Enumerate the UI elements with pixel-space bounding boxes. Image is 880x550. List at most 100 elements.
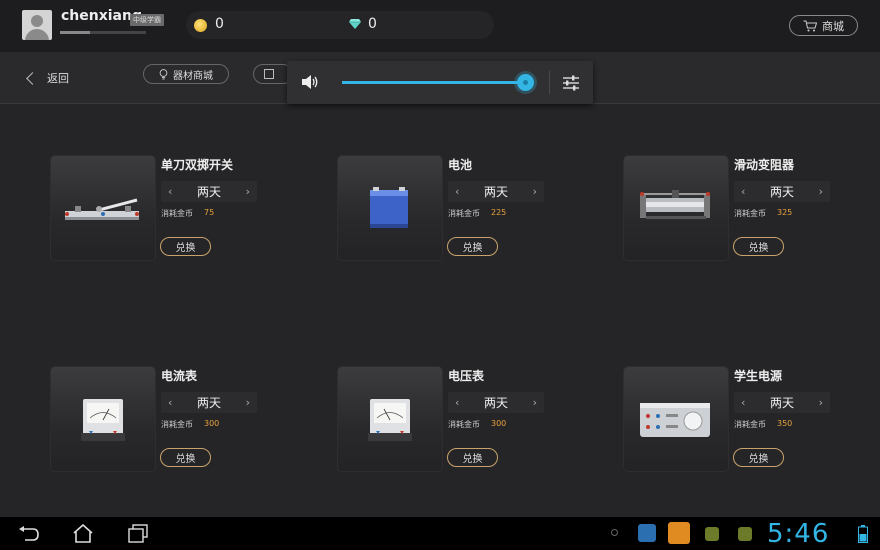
user-level-badge: 中级学霸 (130, 14, 164, 26)
duration-value: 两天 (483, 396, 508, 410)
notification-app-icon-3[interactable] (738, 527, 752, 541)
cost-value: 75 (204, 208, 215, 217)
image-icon (264, 69, 274, 79)
battery-icon (370, 187, 408, 228)
redeem-button[interactable]: 兑换 (160, 448, 211, 467)
item-card: 滑动变阻器 ‹ 两天 › 消耗金币 325 兑换 (624, 156, 880, 264)
duration-next-button[interactable]: › (533, 185, 537, 198)
power-supply-icon (640, 403, 710, 437)
item-name: 电压表 (448, 369, 485, 383)
divider (549, 71, 550, 94)
cost-label: 消耗金币 (448, 209, 480, 218)
cost-label: 消耗金币 (734, 420, 766, 429)
recent-apps-icon[interactable] (127, 524, 149, 543)
back-button[interactable]: 返回 (26, 68, 69, 88)
notification-app-icon-2[interactable] (705, 527, 719, 541)
tab-equipment-shop-label: 器材商城 (173, 70, 213, 82)
redeem-button[interactable]: 兑换 (733, 237, 784, 256)
duration-selector: ‹ 两天 › (448, 181, 544, 202)
shop-button[interactable]: 商城 (789, 15, 858, 36)
duration-value: 两天 (196, 396, 221, 410)
duration-value: 两天 (769, 396, 794, 410)
voltmeter-icon (368, 399, 412, 441)
item-image[interactable] (51, 367, 155, 471)
duration-prev-button[interactable]: ‹ (741, 396, 745, 409)
duration-selector: ‹ 两天 › (734, 181, 830, 202)
item-card: 电池 ‹ 两天 › 消耗金币 225 兑换 (338, 156, 598, 264)
cost-label: 消耗金币 (448, 420, 480, 429)
item-card: 电压表 ‹ 两天 › 消耗金币 300 兑换 (338, 367, 598, 475)
notification-tools-icon[interactable] (668, 522, 690, 544)
diamond-icon (349, 19, 361, 29)
redeem-button[interactable]: 兑换 (447, 237, 498, 256)
duration-next-button[interactable]: › (246, 185, 250, 198)
gem-count: 0 (368, 16, 377, 32)
speaker-icon[interactable] (301, 74, 319, 90)
cost-label: 消耗金币 (734, 209, 766, 218)
duration-selector: ‹ 两天 › (448, 392, 544, 413)
back-icon[interactable] (18, 526, 40, 542)
cost-value: 225 (491, 208, 507, 217)
shop-button-label: 商城 (822, 19, 844, 33)
item-image[interactable] (624, 156, 728, 260)
item-name: 电流表 (161, 369, 198, 383)
coin-count: 0 (215, 16, 224, 32)
avatar[interactable] (22, 10, 52, 40)
duration-prev-button[interactable]: ‹ (741, 185, 745, 198)
equalizer-settings-icon[interactable] (562, 74, 580, 91)
cost-value: 350 (777, 419, 793, 428)
duration-selector: ‹ 两天 › (161, 181, 257, 202)
clock[interactable]: 5:46 (767, 519, 829, 549)
item-image[interactable] (338, 367, 442, 471)
currency-panel (186, 11, 494, 39)
cost-value: 325 (777, 208, 793, 217)
volume-slider-thumb[interactable] (517, 74, 534, 91)
duration-selector: ‹ 两天 › (734, 392, 830, 413)
system-navigation-bar: 5:46 (0, 517, 880, 550)
item-card: 电流表 ‹ 两天 › 消耗金币 300 兑换 (51, 367, 311, 475)
lightbulb-icon (159, 68, 168, 79)
duration-selector: ‹ 两天 › (161, 392, 257, 413)
item-image[interactable] (51, 156, 155, 260)
home-icon[interactable] (72, 524, 94, 543)
xp-progress-bar (60, 31, 146, 34)
volume-popup (287, 61, 593, 104)
chevron-left-icon (26, 71, 39, 85)
rheostat-icon (640, 190, 710, 219)
redeem-button[interactable]: 兑换 (447, 448, 498, 467)
duration-prev-button[interactable]: ‹ (168, 396, 172, 409)
coin-icon (194, 19, 207, 32)
redeem-button[interactable]: 兑换 (733, 448, 784, 467)
battery-status-icon[interactable] (858, 525, 868, 543)
tab-equipment-shop[interactable]: 器材商城 (143, 64, 229, 84)
cost-label: 消耗金币 (161, 420, 193, 429)
item-name: 电池 (448, 158, 473, 172)
duration-next-button[interactable]: › (819, 185, 823, 198)
back-button-label: 返回 (47, 72, 69, 85)
item-image[interactable] (338, 156, 442, 260)
cost-label: 消耗金币 (161, 209, 193, 218)
knife-switch-icon (65, 198, 139, 220)
duration-prev-button[interactable]: ‹ (455, 185, 459, 198)
duration-next-button[interactable]: › (246, 396, 250, 409)
cost-value: 300 (204, 419, 220, 428)
duration-value: 两天 (483, 185, 508, 199)
item-name: 单刀双掷开关 (161, 158, 234, 172)
item-image[interactable] (624, 367, 728, 471)
duration-next-button[interactable]: › (533, 396, 537, 409)
cart-icon (803, 20, 817, 31)
top-bar: chenxiang 中级学霸 0 0 商城 (0, 0, 880, 52)
item-card: 单刀双掷开关 ‹ 两天 › 消耗金币 75 兑换 (51, 156, 311, 264)
duration-prev-button[interactable]: ‹ (455, 396, 459, 409)
ammeter-icon (81, 399, 125, 441)
item-name: 学生电源 (734, 369, 783, 383)
cost-value: 300 (491, 419, 507, 428)
duration-value: 两天 (769, 185, 794, 199)
duration-prev-button[interactable]: ‹ (168, 185, 172, 198)
duration-value: 两天 (196, 185, 221, 199)
duration-next-button[interactable]: › (819, 396, 823, 409)
screenshot-dot-icon[interactable] (611, 529, 618, 536)
volume-slider[interactable] (342, 74, 534, 91)
redeem-button[interactable]: 兑换 (160, 237, 211, 256)
notification-app-icon[interactable] (638, 524, 656, 542)
